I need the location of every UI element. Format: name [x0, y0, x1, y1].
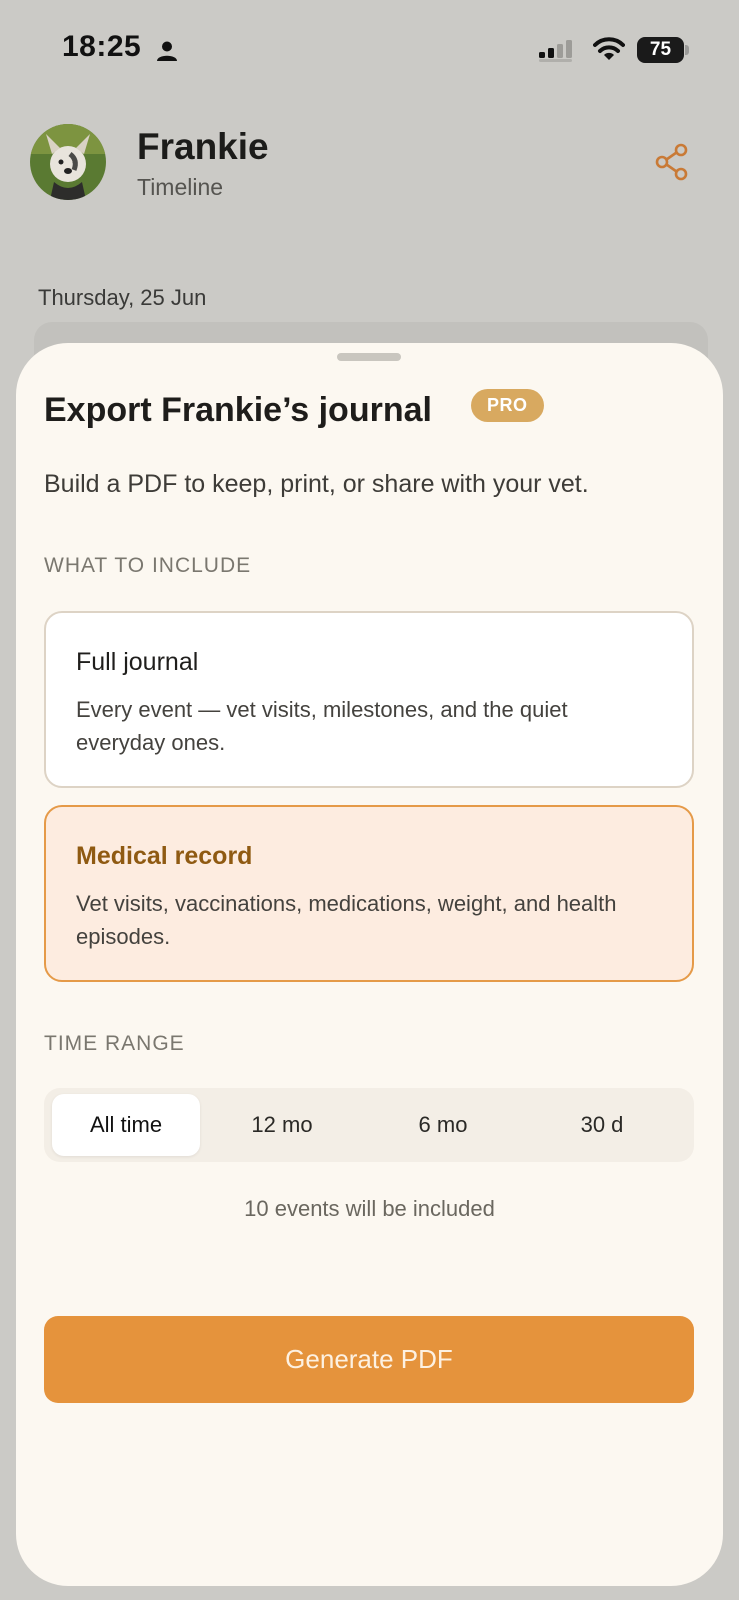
dog-avatar-image: [30, 124, 106, 200]
status-time: 18:25: [62, 30, 142, 63]
share-icon: [655, 143, 688, 181]
option-description: Vet visits, vaccinations, medications, w…: [76, 891, 617, 949]
sheet-subtitle: Build a PDF to keep, print, or share wit…: [44, 470, 589, 498]
time-range-selector: All time 12 mo 6 mo 30 d: [44, 1088, 694, 1162]
sheet-grabber[interactable]: [337, 353, 401, 361]
sheet-title: Export Frankie’s journal: [44, 391, 432, 429]
range-6-months[interactable]: 6 mo: [369, 1094, 517, 1156]
timeline-date-label: Thursday, 25 Jun: [38, 285, 207, 310]
pro-badge: PRO: [471, 389, 544, 422]
option-title: Medical record: [76, 842, 253, 870]
signal-icon: [539, 40, 572, 62]
range-30-days[interactable]: 30 d: [528, 1094, 676, 1156]
pet-name: Frankie: [137, 126, 269, 167]
range-all-time[interactable]: All time: [52, 1094, 200, 1156]
option-title: Full journal: [76, 648, 199, 676]
battery-tip: [685, 45, 689, 55]
pet-header: Frankie Timeline: [0, 110, 739, 220]
generate-pdf-button[interactable]: Generate PDF: [44, 1316, 694, 1403]
range-section-label: TIME RANGE: [44, 1032, 185, 1055]
screen: 18:25 75 Frankie Timeline Thursday, 25 J…: [0, 0, 739, 1600]
page-subtitle: Timeline: [137, 174, 224, 200]
person-icon: [157, 41, 177, 61]
avatar[interactable]: [30, 124, 106, 200]
range-12-months[interactable]: 12 mo: [208, 1094, 356, 1156]
include-section-label: WHAT TO INCLUDE: [44, 554, 252, 577]
wifi-icon: [593, 37, 625, 60]
events-count-text: 10 events will be included: [244, 1196, 495, 1221]
status-bar: 18:25 75: [0, 0, 739, 100]
option-full-journal[interactable]: Full journal Every event — vet visits, m…: [44, 611, 694, 788]
option-medical-record[interactable]: Medical record Vet visits, vaccinations,…: [44, 805, 694, 982]
option-description: Every event — vet visits, milestones, an…: [76, 697, 568, 755]
battery-indicator: 75: [637, 37, 689, 63]
share-button[interactable]: [650, 140, 694, 184]
export-sheet: Export Frankie’s journal PRO Build a PDF…: [16, 343, 723, 1586]
battery-level: 75: [637, 37, 684, 63]
